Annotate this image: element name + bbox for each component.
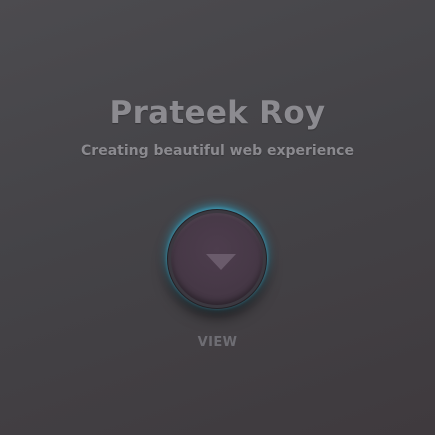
view-button-face[interactable]: [171, 213, 263, 305]
profile-name: Prateek Roy: [109, 95, 326, 131]
profile-tagline: Creating beautiful web experience: [81, 143, 354, 159]
view-label[interactable]: VIEW: [0, 335, 435, 350]
landing-page: Prateek Roy Creating beautiful web exper…: [0, 0, 435, 435]
down-triangle-icon: [206, 254, 236, 270]
view-button[interactable]: [167, 209, 267, 309]
